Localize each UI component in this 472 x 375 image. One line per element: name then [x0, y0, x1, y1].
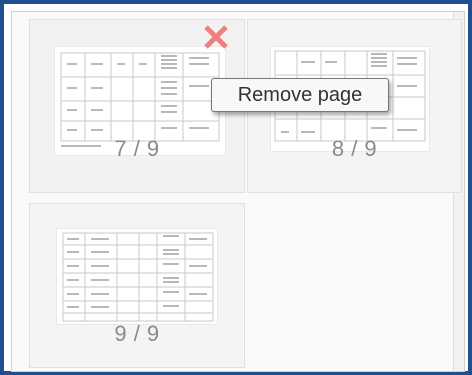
close-x-icon[interactable]: [200, 21, 232, 53]
page-thumbnail-table-graphic: [62, 232, 214, 322]
page-number-label: 7 / 9: [114, 136, 160, 161]
remove-page-tooltip: Remove page: [211, 78, 389, 112]
page-card-9[interactable]: 9 / 9: [29, 203, 245, 368]
page-number-label: 9 / 9: [114, 321, 160, 346]
page-organizer-frame: 7 / 9 8 / 9 9 / 9 Remove page: [0, 0, 472, 375]
close-x-glyph: [204, 25, 228, 49]
page-thumbnail[interactable]: [56, 228, 218, 325]
page-number-label: 8 / 9: [331, 136, 378, 161]
